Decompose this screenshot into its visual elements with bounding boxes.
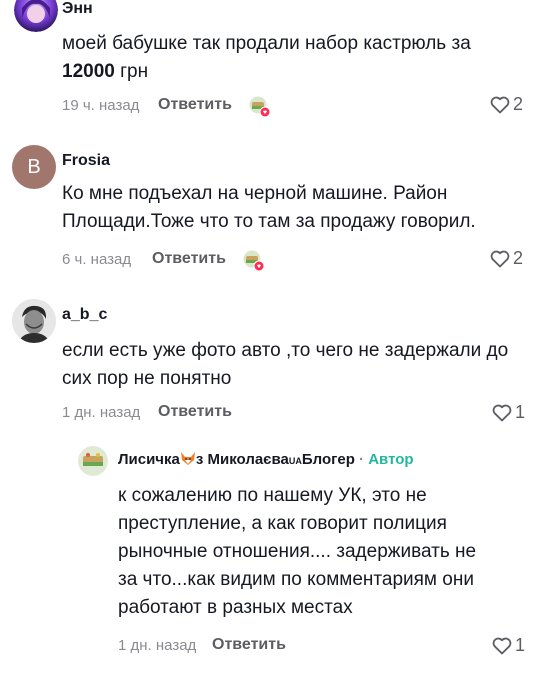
like-count: 1 xyxy=(515,402,526,422)
heart-outline-icon xyxy=(490,250,510,267)
author-badge: Автор xyxy=(368,451,414,468)
reply-username[interactable]: Лисичка з МиколаєваUAБлогер · Автор xyxy=(118,451,414,468)
username-part: Блогер xyxy=(301,451,355,468)
separator-dot: · xyxy=(359,451,365,468)
comment-text: Ко мне подъехал на черной машине. Район … xyxy=(62,183,476,232)
reply-button[interactable]: Ответить xyxy=(152,250,226,268)
comment-timestamp: 6 ч. назад xyxy=(62,251,132,268)
heart-outline-icon xyxy=(492,637,512,654)
avatar-letter: B xyxy=(27,155,41,178)
creator-liked-icon xyxy=(248,95,272,119)
comment-text: если есть уже фото авто ,то чего не заде… xyxy=(62,340,509,389)
comment-text: моей бабушке так продали набор кастрюль … xyxy=(62,30,502,86)
creator-liked-icon xyxy=(242,249,266,273)
reply-button[interactable]: Ответить xyxy=(212,636,286,654)
avatar[interactable] xyxy=(14,0,58,32)
username-part: Лисичка xyxy=(118,451,180,468)
comment-timestamp: 19 ч. назад xyxy=(62,97,140,114)
comment-text-price: 12000 xyxy=(62,61,115,82)
comment-timestamp: 1 дн. назад xyxy=(62,404,141,421)
like-button[interactable]: 1 xyxy=(492,402,525,423)
like-count: 2 xyxy=(513,94,524,114)
heart-outline-icon xyxy=(490,96,510,113)
like-count: 1 xyxy=(515,635,526,655)
avatar[interactable]: B xyxy=(12,145,56,189)
reply-timestamp: 1 дн. назад xyxy=(118,637,197,654)
fox-icon xyxy=(180,452,195,465)
comment-username[interactable]: a_b_c xyxy=(62,306,107,324)
like-button[interactable]: 2 xyxy=(490,94,523,115)
avatar[interactable] xyxy=(78,446,108,476)
username-part: з Миколаєва xyxy=(195,451,289,468)
like-button[interactable]: 2 xyxy=(490,248,523,269)
avatar[interactable] xyxy=(12,299,56,343)
like-count: 2 xyxy=(513,248,524,268)
reply-button[interactable]: Ответить xyxy=(158,403,232,421)
comment-username[interactable]: Frosia xyxy=(62,152,110,170)
comment-text-rest: грн xyxy=(114,61,149,82)
reply-button[interactable]: Ответить xyxy=(158,96,232,114)
comment-text-line: моей бабушке так продали набор кастрюль … xyxy=(62,33,471,54)
reply-text: к сожалению по нашему УК, это не преступ… xyxy=(118,485,477,618)
heart-outline-icon xyxy=(492,404,512,421)
like-button[interactable]: 1 xyxy=(492,635,525,656)
comment-username[interactable]: Энн xyxy=(62,0,93,18)
username-tag: UA xyxy=(288,456,302,466)
